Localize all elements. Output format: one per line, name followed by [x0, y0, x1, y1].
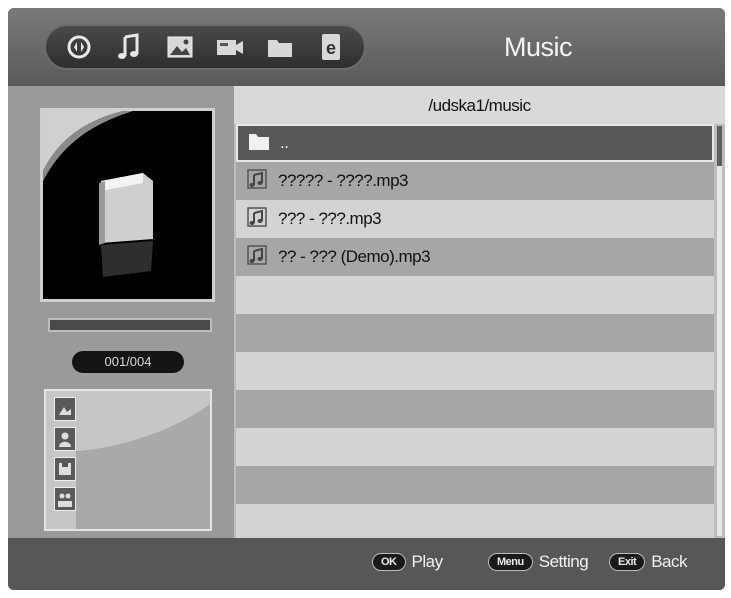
empty-row: [236, 466, 714, 504]
play-circle-icon[interactable]: [64, 32, 94, 62]
empty-row: [236, 352, 714, 390]
left-panel: 001/004: [8, 86, 234, 538]
disk-thumb-icon: [54, 457, 76, 481]
file-name: ?? - ??? (Demo).mp3: [278, 247, 431, 266]
list-item[interactable]: ??? - ???.mp3: [236, 200, 714, 238]
ok-key-badge: OK: [372, 553, 406, 571]
folder-icon: [248, 131, 270, 156]
video-icon[interactable]: [215, 32, 245, 62]
playback-progress: [48, 318, 212, 332]
people-thumb-icon: [54, 487, 76, 511]
file-name: ??? - ???.mp3: [278, 209, 382, 228]
document-e-icon[interactable]: e: [316, 32, 346, 62]
album-art: [40, 108, 215, 302]
file-browser: /udska1/music .. ????? - ????.mp3 ??? - ??…: [234, 86, 725, 542]
person-thumb-icon: [54, 427, 76, 451]
list-item[interactable]: ????? - ????.mp3: [236, 162, 714, 200]
current-path: /udska1/music: [234, 86, 725, 124]
empty-row: [236, 390, 714, 428]
file-name: ..: [280, 133, 289, 152]
exit-label: Back: [651, 552, 687, 571]
menu-key-badge: Menu: [488, 553, 533, 571]
audio-file-icon: [246, 168, 268, 195]
empty-row: [236, 276, 714, 314]
exit-back-hint[interactable]: Exit Back: [609, 552, 687, 572]
empty-row: [236, 314, 714, 352]
media-type-strip: e: [44, 24, 366, 70]
key-hint-bar: OK Play Menu Setting Exit Back: [8, 538, 725, 590]
music-note-icon[interactable]: [114, 32, 144, 62]
menu-label: Setting: [538, 552, 589, 571]
audio-file-icon: [246, 206, 268, 233]
photo-thumb-icon: [54, 397, 76, 421]
file-list: .. ????? - ????.mp3 ??? - ???.mp3 ?? - ??? …: [236, 124, 714, 542]
empty-row: [236, 504, 714, 542]
menu-setting-hint[interactable]: Menu Setting: [488, 552, 589, 572]
media-player-screen: e Music 001/004 /udska1/music .. ????? -…: [8, 8, 725, 590]
empty-row: [236, 428, 714, 466]
audio-file-icon: [246, 244, 268, 271]
document-e-glyph: e: [326, 38, 336, 58]
ok-label: Play: [411, 552, 444, 571]
list-item[interactable]: ?? - ??? (Demo).mp3: [236, 238, 714, 276]
media-thumbnail-panel: [44, 389, 212, 531]
ok-play-hint[interactable]: OK Play: [372, 552, 443, 572]
photo-icon[interactable]: [165, 32, 195, 62]
scrollbar-thumb[interactable]: [717, 126, 722, 166]
list-item[interactable]: ..: [236, 124, 714, 162]
scrollbar[interactable]: [717, 126, 722, 536]
exit-key-badge: Exit: [609, 553, 646, 571]
top-bar: e Music: [8, 8, 725, 86]
folder-icon[interactable]: [265, 32, 295, 62]
page-title: Music: [503, 32, 573, 62]
file-name: ????? - ????.mp3: [278, 171, 409, 190]
track-counter: 001/004: [72, 351, 184, 373]
